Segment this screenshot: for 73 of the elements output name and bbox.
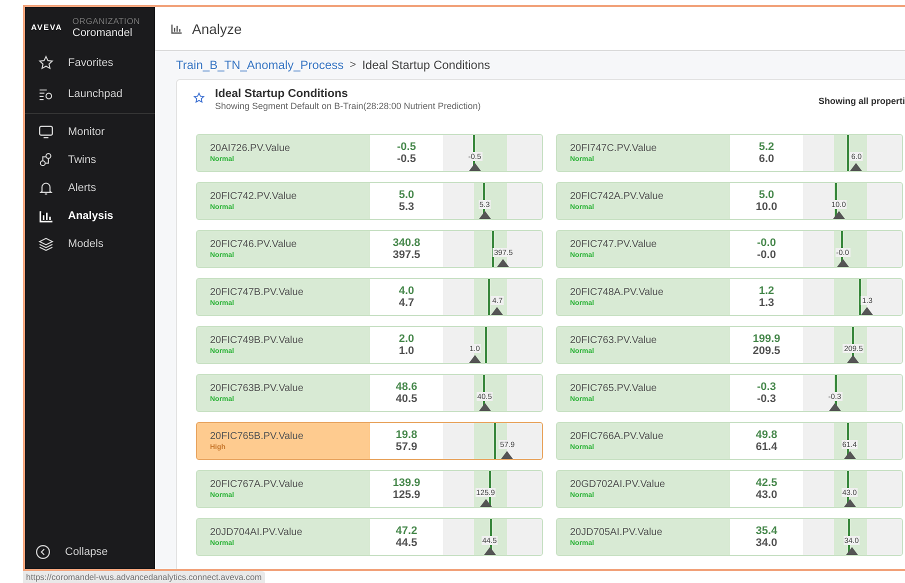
tag-name: 20FI747C.PV.Value bbox=[570, 143, 658, 154]
actual-value: 4.7 bbox=[398, 297, 414, 309]
tag-name: 20FIC742.PV.Value bbox=[210, 191, 298, 202]
tag-name: 20AI726.PV.Value bbox=[210, 143, 292, 154]
tag-name: 20FIC763B.PV.Value bbox=[210, 383, 304, 394]
card-subtitle: Showing Segment Default on B-Train(28:28:00 Nutrient Prediction) bbox=[215, 101, 481, 111]
logo: AVEVA bbox=[31, 22, 62, 32]
nav-item[interactable]: Launchpad bbox=[25, 78, 155, 109]
org-name: Coromandel bbox=[72, 27, 134, 39]
actual-value: 34.0 bbox=[756, 537, 778, 549]
actual-value: 57.9 bbox=[396, 441, 418, 453]
ideal-value: 47.2 bbox=[396, 525, 418, 537]
ideal-value: -0.5 bbox=[397, 141, 416, 153]
tag-name: 20FIC748A.PV.Value bbox=[570, 287, 664, 298]
actual-value: 43.0 bbox=[756, 489, 778, 501]
actual-value: 209.5 bbox=[752, 345, 780, 357]
actual-value: 10.0 bbox=[756, 201, 778, 213]
tag-name: 20JD705AI.PV.Value bbox=[570, 527, 664, 538]
tag-name: 20FIC747.PV.Value bbox=[570, 239, 658, 250]
nav-item[interactable]: Twins bbox=[25, 146, 155, 174]
ideal-value: 2.0 bbox=[398, 333, 414, 345]
tag-name: 20FIC747B.PV.Value bbox=[210, 287, 304, 298]
ideal-value: -0.3 bbox=[757, 381, 776, 393]
ideal-value: 35.4 bbox=[756, 525, 778, 537]
actual-value: 125.9 bbox=[392, 489, 420, 501]
tag-name: 20FIC767A.PV.Value bbox=[210, 479, 304, 490]
nav-item[interactable]: Models bbox=[25, 230, 155, 258]
actual-value: 1.0 bbox=[398, 345, 414, 357]
ideal-value: 5.0 bbox=[758, 189, 774, 201]
breadcrumb-current: Ideal Startup Conditions bbox=[362, 58, 490, 72]
actual-value: -0.3 bbox=[757, 393, 776, 405]
ideal-value: 139.9 bbox=[392, 477, 420, 489]
collapse-button[interactable]: Collapse bbox=[25, 538, 155, 566]
breadcrumb-link[interactable]: Train_B_TN_Anomaly_Process bbox=[176, 58, 344, 72]
link-url-tooltip: https://coromandel-wus.advancedanalytics.connect.aveva.com bbox=[23, 571, 265, 583]
ideal-value: 340.8 bbox=[392, 237, 420, 249]
actual-value: 397.5 bbox=[392, 249, 420, 261]
breadcrumb-separator: > bbox=[350, 59, 356, 71]
tag-name: 20FIC746.PV.Value bbox=[210, 239, 298, 250]
ideal-value: -0.0 bbox=[757, 237, 776, 249]
ideal-value: 19.8 bbox=[396, 429, 418, 441]
ideal-value: 48.6 bbox=[396, 381, 418, 393]
nav-item[interactable]: Analysis bbox=[25, 202, 155, 230]
ideal-value: 4.0 bbox=[398, 285, 414, 297]
tag-name: 20FIC766A.PV.Value bbox=[570, 431, 664, 442]
org-label: ORGANIZATION bbox=[72, 15, 140, 27]
ideal-value: 42.5 bbox=[756, 477, 778, 489]
tag-name: 20FIC742A.PV.Value bbox=[570, 191, 664, 202]
actual-value: -0.5 bbox=[397, 153, 416, 165]
tag-name: 20FIC765B.PV.Value bbox=[210, 431, 304, 442]
tag-name: 20GD702AI.PV.Value bbox=[570, 479, 666, 490]
ideal-value: 199.9 bbox=[752, 333, 780, 345]
tag-name: 20FIC763.PV.Value bbox=[570, 335, 658, 346]
actual-value: 44.5 bbox=[396, 537, 418, 549]
actual-value: 6.0 bbox=[758, 153, 774, 165]
card-title: Ideal Startup Conditions bbox=[215, 88, 349, 100]
ideal-value: 49.8 bbox=[756, 429, 778, 441]
ideal-value: 5.0 bbox=[398, 189, 414, 201]
filter-note: Showing all properti bbox=[818, 96, 905, 106]
page-title: Analyze bbox=[192, 20, 242, 36]
tag-name: 20FIC749B.PV.Value bbox=[210, 335, 304, 346]
tag-name: 20JD704AI.PV.Value bbox=[210, 527, 304, 538]
actual-value: 1.3 bbox=[758, 297, 774, 309]
actual-value: 40.5 bbox=[396, 393, 418, 405]
ideal-value: 5.2 bbox=[758, 141, 774, 153]
nav-item[interactable]: Favorites bbox=[25, 47, 155, 78]
ideal-value: 1.2 bbox=[758, 285, 774, 297]
nav-item[interactable]: Alerts bbox=[25, 174, 155, 202]
actual-value: -0.0 bbox=[757, 249, 776, 261]
actual-value: 61.4 bbox=[756, 441, 778, 453]
nav-item[interactable]: Monitor bbox=[25, 118, 155, 146]
tag-name: 20FIC765.PV.Value bbox=[570, 383, 658, 394]
actual-value: 5.3 bbox=[398, 201, 414, 213]
